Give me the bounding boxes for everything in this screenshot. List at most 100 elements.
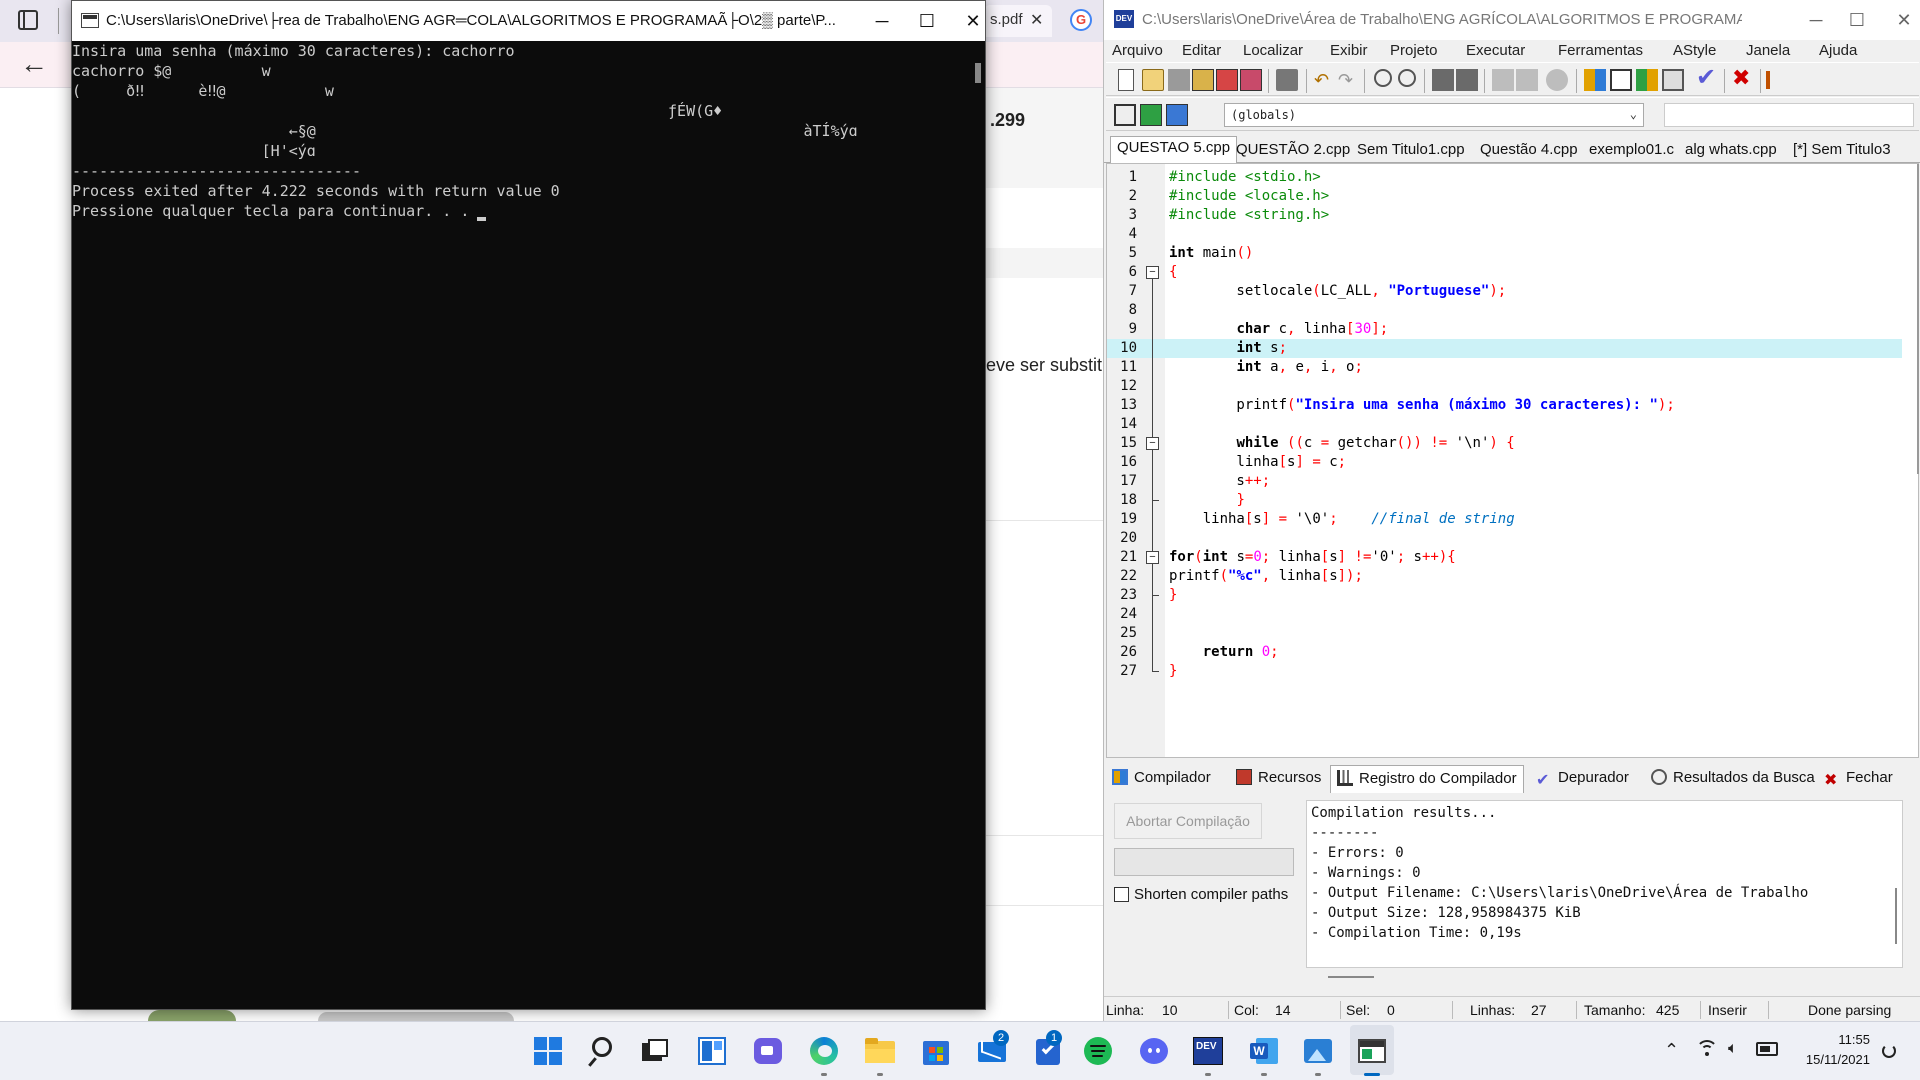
devcpp-title-bar[interactable]: DEV C:\Users\laris\OneDrive\Área de Trab… <box>1104 0 1920 40</box>
code-line[interactable]: 13 printf("Insira uma senha (máximo 30 c… <box>1107 396 1902 415</box>
code-line[interactable]: 15 while ((c = getchar()) != '\n') { <box>1107 434 1902 453</box>
devcpp-taskbar-icon[interactable]: DEV <box>1192 1035 1224 1067</box>
code-line[interactable]: 6{ <box>1107 263 1902 282</box>
word-icon[interactable]: W <box>1248 1035 1280 1067</box>
close-tab-icon[interactable]: ✕ <box>1030 10 1043 30</box>
photos-icon[interactable] <box>1302 1035 1334 1067</box>
start-icon[interactable] <box>532 1035 564 1067</box>
notifications-icon[interactable] <box>1882 1044 1896 1058</box>
console-scrollbar[interactable] <box>973 41 985 1009</box>
shorten-paths-checkbox[interactable] <box>1114 887 1129 902</box>
abort-compilation-button[interactable]: Abortar Compilação <box>1114 803 1262 839</box>
code-line[interactable]: 14 <box>1107 415 1902 434</box>
console-window[interactable]: C:\Users\laris\OneDrive\├rea de Trabalho… <box>71 0 986 1010</box>
code-line[interactable]: 17 s++; <box>1107 472 1902 491</box>
save-icon[interactable] <box>1168 69 1190 91</box>
fold-toggle-icon[interactable]: − <box>1146 437 1159 450</box>
menu-arquivo[interactable]: Arquivo <box>1112 42 1163 59</box>
show-hidden-icons-icon[interactable]: ⌃ <box>1664 1040 1679 1061</box>
clock-time[interactable]: 11:55 <box>1790 1032 1870 1047</box>
save-all-icon[interactable] <box>1192 69 1214 91</box>
replace-icon[interactable] <box>1398 69 1416 87</box>
redo-icon[interactable]: ↷ <box>1338 71 1360 93</box>
close-file-icon[interactable] <box>1216 69 1238 91</box>
code-line[interactable]: 3 #include <string.h> <box>1107 206 1902 225</box>
task-view-icon[interactable] <box>640 1035 672 1067</box>
code-line[interactable]: 11 int a, e, i, o; <box>1107 358 1902 377</box>
discord-icon[interactable] <box>1138 1035 1170 1067</box>
menu-localizar[interactable]: Localizar <box>1243 42 1303 59</box>
microsoft-store-icon[interactable] <box>920 1035 952 1067</box>
battery-icon[interactable] <box>1756 1042 1778 1056</box>
speaker-muted-icon[interactable]: 🔈︎ <box>1728 1040 1738 1058</box>
tab-exemplo01[interactable]: exemplo01.c <box>1583 139 1680 163</box>
check-syntax-icon[interactable]: ✔ <box>1696 66 1718 90</box>
menu-ferramentas[interactable]: Ferramentas <box>1558 42 1643 59</box>
menu-exibir[interactable]: Exibir <box>1330 42 1368 59</box>
wifi-icon[interactable] <box>1696 1040 1718 1056</box>
code-line[interactable]: 18 } <box>1107 491 1902 510</box>
code-line[interactable]: 8 <box>1107 301 1902 320</box>
menu-editar[interactable]: Editar <box>1182 42 1221 59</box>
code-line[interactable]: 2 #include <locale.h> <box>1107 187 1902 206</box>
tab-compilador[interactable]: Compilador <box>1112 769 1211 786</box>
widgets-icon[interactable] <box>696 1035 728 1067</box>
globals-dropdown[interactable]: (globals) ⌄ <box>1224 103 1644 127</box>
fold-toggle-icon[interactable]: − <box>1146 551 1159 564</box>
code-line[interactable]: 20 <box>1107 529 1902 548</box>
compile-run-icon[interactable] <box>1636 69 1658 91</box>
menu-executar[interactable]: Executar <box>1466 42 1525 59</box>
teams-chat-icon[interactable] <box>752 1035 784 1067</box>
tab-depurador[interactable]: ✔ Depurador <box>1536 769 1629 789</box>
menu-ajuda[interactable]: Ajuda <box>1819 42 1857 59</box>
log-vertical-scrollbar[interactable] <box>1895 888 1897 944</box>
code-line[interactable]: 23} <box>1107 586 1902 605</box>
print-icon[interactable] <box>1276 69 1298 91</box>
code-line[interactable]: 21 for(int s=0; linha[s] !='0'; s++){ <box>1107 548 1902 567</box>
code-line[interactable]: 4 <box>1107 225 1902 244</box>
bookmark-next-icon[interactable] <box>1516 69 1538 91</box>
tab-sem-titulo1[interactable]: Sem Titulo1.cpp <box>1351 139 1471 163</box>
search-icon[interactable] <box>586 1035 618 1067</box>
code-line[interactable]: 9 char c, linha[30]; <box>1107 320 1902 339</box>
new-file-icon[interactable] <box>1118 69 1134 91</box>
code-line[interactable]: 24 <box>1107 605 1902 624</box>
code-line[interactable]: 16 linha[s] = c; <box>1107 453 1902 472</box>
tab-actions-icon[interactable] <box>18 10 38 30</box>
open-file-icon[interactable] <box>1142 69 1164 91</box>
insert-icon[interactable] <box>1140 104 1162 126</box>
new-class-icon[interactable] <box>1114 104 1136 126</box>
edge-icon[interactable] <box>808 1035 840 1067</box>
editor-scrollbar[interactable] <box>1917 164 1919 474</box>
compile-icon[interactable] <box>1584 69 1606 91</box>
code-line-current[interactable]: 10 int s; <box>1107 339 1902 358</box>
tab-alg-whats[interactable]: alg whats.cpp <box>1679 139 1783 163</box>
close-all-icon[interactable] <box>1240 69 1262 91</box>
console-scrollbar-thumb[interactable] <box>975 63 981 83</box>
tab-questao-5[interactable]: QUESTAO 5.cpp <box>1110 136 1238 164</box>
goto-icon[interactable] <box>1166 104 1188 126</box>
close-button[interactable]: ✕ <box>944 1 1002 41</box>
close-button[interactable]: ✕ <box>1875 0 1920 40</box>
code-line[interactable]: 5 int main() <box>1107 244 1902 263</box>
menu-janela[interactable]: Janela <box>1746 42 1790 59</box>
stop-execution-icon[interactable]: ✖ <box>1732 67 1754 89</box>
indent-icon[interactable] <box>1432 69 1454 91</box>
file-explorer-icon[interactable] <box>864 1035 896 1067</box>
undo-icon[interactable]: ↶ <box>1314 71 1336 93</box>
code-editor[interactable]: 1 #include <stdio.h> 2 #include <locale.h>… <box>1106 163 1919 758</box>
google-tab-icon[interactable]: G <box>1070 9 1092 31</box>
code-line[interactable]: 7 setlocale(LC_ALL, "Portuguese"); <box>1107 282 1902 301</box>
unindent-icon[interactable] <box>1456 69 1478 91</box>
code-line[interactable]: 19 linha[s] = '\0'; //final de string <box>1107 510 1902 529</box>
run-icon[interactable] <box>1610 69 1632 91</box>
function-dropdown[interactable] <box>1664 103 1914 127</box>
spotify-icon[interactable] <box>1082 1035 1114 1067</box>
fold-toggle-icon[interactable]: − <box>1146 266 1159 279</box>
code-line[interactable]: 26 return 0; <box>1107 643 1902 662</box>
code-line[interactable]: 22 printf("%c", linha[s]); <box>1107 567 1902 586</box>
tab-registro-compilador[interactable]: Registro do Compilador <box>1330 765 1524 793</box>
rebuild-icon[interactable] <box>1662 69 1684 91</box>
tab-sem-titulo3[interactable]: [*] Sem Titulo3 <box>1787 139 1897 163</box>
profile-icon[interactable] <box>1766 71 1770 89</box>
